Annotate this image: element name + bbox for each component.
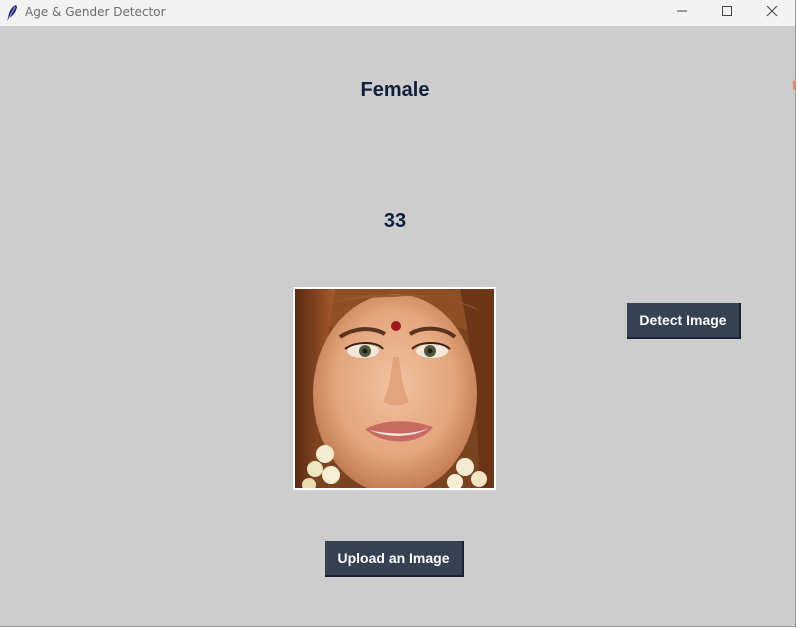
app-window: Age & Gender Detector Female 33 Detect I… xyxy=(0,0,796,627)
title-bar[interactable]: Age & Gender Detector xyxy=(0,0,795,26)
window-title: Age & Gender Detector xyxy=(25,5,166,19)
edge-marker xyxy=(793,81,796,90)
face-photo xyxy=(293,287,496,490)
maximize-button[interactable] xyxy=(704,0,749,26)
detect-image-button[interactable]: Detect Image xyxy=(627,303,741,339)
maximize-icon xyxy=(721,4,733,22)
close-button[interactable] xyxy=(749,0,794,26)
upload-image-button[interactable]: Upload an Image xyxy=(325,541,464,577)
feather-icon xyxy=(5,4,19,22)
minimize-icon xyxy=(676,4,688,22)
minimize-button[interactable] xyxy=(659,0,704,26)
close-icon xyxy=(766,4,778,22)
gender-result-label: Female xyxy=(360,79,430,101)
age-result-label: 33 xyxy=(383,210,407,232)
